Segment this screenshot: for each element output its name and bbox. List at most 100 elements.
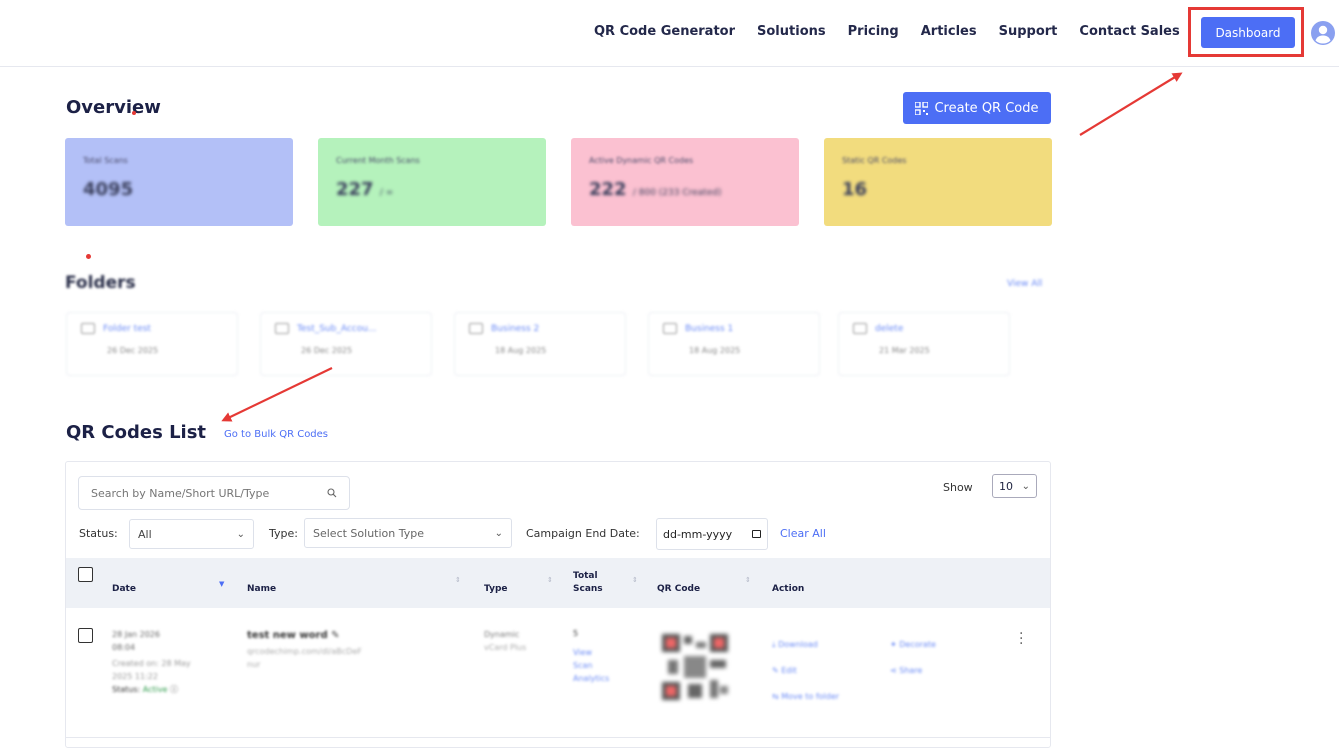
- stat-card-total-scans: Total Scans 4095: [65, 138, 293, 226]
- column-qr-code: QR Code: [657, 584, 701, 594]
- folder-date: 26 Dec 2025: [301, 346, 353, 355]
- folder-date: 26 Dec 2025: [107, 346, 159, 355]
- decorate-action[interactable]: ✦ Decorate: [890, 632, 936, 658]
- folder-name: Folder test: [103, 323, 151, 334]
- search-icon: [327, 488, 337, 498]
- folder-name: Business 2: [491, 323, 540, 334]
- row-name[interactable]: test new word ✎ qrcodechimp.com/dl/aBcDe…: [247, 629, 362, 671]
- status-select[interactable]: All ⌄: [129, 519, 254, 549]
- stat-label: Active Dynamic QR Codes: [589, 156, 694, 165]
- nav-qr-code-generator[interactable]: QR Code Generator: [594, 24, 735, 39]
- stat-value: 222 / 800 (233 Created): [589, 179, 722, 200]
- qr-grid-icon: [915, 101, 929, 115]
- folder-icon: [663, 323, 677, 334]
- edit-pencil-icon: ✎: [331, 630, 340, 641]
- search-input[interactable]: [91, 486, 311, 500]
- stat-value: 227 / ∞: [336, 179, 394, 200]
- column-total-scans[interactable]: Total Scans: [573, 570, 603, 596]
- folder-card[interactable]: Business 1 18 Aug 2025: [648, 312, 820, 376]
- stat-card-active-dynamic: Active Dynamic QR Codes 222 / 800 (233 C…: [571, 138, 799, 226]
- column-type[interactable]: Type: [484, 584, 507, 594]
- folder-date: 21 Mar 2025: [879, 346, 930, 355]
- download-action[interactable]: ⤓ Download: [772, 632, 839, 658]
- folder-icon: [469, 323, 483, 334]
- campaign-end-date-input[interactable]: dd-mm-yyyy: [656, 518, 768, 550]
- bulk-qr-codes-link[interactable]: Go to Bulk QR Codes: [224, 429, 328, 440]
- status-label: Status:: [79, 527, 118, 540]
- arrow-to-dashboard: [1079, 72, 1183, 136]
- nav-articles[interactable]: Articles: [921, 24, 977, 39]
- campaign-end-date-label: Campaign End Date:: [526, 527, 640, 540]
- top-navbar: QR Code Generator Solutions Pricing Arti…: [0, 0, 1339, 67]
- sort-icon[interactable]: ⇕: [632, 576, 638, 584]
- folder-icon: [853, 323, 867, 334]
- column-action: Action: [772, 584, 805, 594]
- folder-name: delete: [875, 323, 904, 334]
- folder-card[interactable]: Folder test 26 Dec 2025: [66, 312, 238, 376]
- annotation-dot: [132, 111, 136, 115]
- qr-codes-list-title: QR Codes List: [66, 422, 207, 443]
- nav-links: QR Code Generator Solutions Pricing Arti…: [594, 24, 1180, 39]
- show-count-value: 10: [999, 479, 1013, 493]
- create-qr-code-label: Create QR Code: [934, 100, 1039, 116]
- view-all-folders-link[interactable]: View All: [1007, 279, 1042, 289]
- show-label: Show: [943, 481, 973, 494]
- row-actions-right: ✦ Decorate ⋖ Share: [890, 632, 936, 684]
- stat-value: 4095: [83, 179, 134, 200]
- move-to-folder-action[interactable]: ⇆ Move to folder: [772, 684, 839, 710]
- annotation-dot: [86, 254, 91, 259]
- sort-icon[interactable]: ⇕: [455, 576, 461, 584]
- folder-card[interactable]: Test_Sub_Accou... 26 Dec 2025: [260, 312, 432, 376]
- folder-card[interactable]: delete 21 Mar 2025: [838, 312, 1010, 376]
- type-select[interactable]: Select Solution Type ⌄: [304, 518, 512, 548]
- stat-label: Static QR Codes: [842, 156, 907, 165]
- row-actions-left: ⤓ Download ✎ Edit ⇆ Move to folder: [772, 632, 839, 710]
- type-label: Type:: [269, 527, 298, 540]
- overview-title: Overview: [66, 97, 161, 118]
- row-checkbox[interactable]: [78, 628, 93, 643]
- stat-card-static: Static QR Codes 16: [824, 138, 1052, 226]
- share-action[interactable]: ⋖ Share: [890, 658, 936, 684]
- calendar-icon[interactable]: [752, 530, 761, 538]
- column-date[interactable]: Date: [112, 584, 136, 594]
- stat-value: 16: [842, 179, 868, 200]
- folders-title: Folders: [65, 273, 136, 293]
- nav-pricing[interactable]: Pricing: [848, 24, 899, 39]
- folder-name: Test_Sub_Accou...: [297, 323, 377, 334]
- table-header: [66, 558, 1050, 608]
- status-select-value: All: [138, 527, 152, 541]
- folder-name: Business 1: [685, 323, 734, 334]
- select-all-checkbox[interactable]: [78, 567, 93, 582]
- search-box[interactable]: [78, 476, 350, 510]
- edit-action[interactable]: ✎ Edit: [772, 658, 839, 684]
- sort-icon[interactable]: ⇕: [745, 576, 751, 584]
- chevron-down-icon: ⌄: [1021, 480, 1030, 492]
- user-avatar-icon[interactable]: [1311, 21, 1335, 45]
- qr-code-image[interactable]: [658, 630, 732, 704]
- type-select-placeholder: Select Solution Type: [313, 526, 425, 540]
- nav-contact-sales[interactable]: Contact Sales: [1079, 24, 1179, 39]
- more-options-icon[interactable]: · · ·: [1019, 627, 1023, 651]
- clear-all-link[interactable]: Clear All: [780, 527, 826, 540]
- nav-solutions[interactable]: Solutions: [757, 24, 826, 39]
- show-count-select[interactable]: 10 ⌄: [992, 474, 1037, 498]
- stat-card-current-month-scans: Current Month Scans 227 / ∞: [318, 138, 546, 226]
- sort-desc-icon[interactable]: ▼: [219, 580, 224, 588]
- create-qr-code-button[interactable]: Create QR Code: [903, 92, 1051, 124]
- row-date: 28 Jan 2026 08:04 Created on: 28 May 2025 …: [112, 630, 191, 694]
- date-placeholder: dd-mm-yyyy: [663, 527, 733, 541]
- folder-icon: [81, 323, 95, 334]
- stat-label: Total Scans: [83, 156, 128, 165]
- chevron-down-icon: ⌄: [494, 527, 503, 539]
- dashboard-button[interactable]: Dashboard: [1201, 17, 1295, 48]
- folder-date: 18 Aug 2025: [689, 346, 741, 355]
- column-name[interactable]: Name: [247, 584, 276, 594]
- chevron-down-icon: ⌄: [236, 528, 245, 540]
- row-type: Dynamic vCard Plus: [484, 630, 527, 652]
- stat-label: Current Month Scans: [336, 156, 420, 165]
- folder-card[interactable]: Business 2 18 Aug 2025: [454, 312, 626, 376]
- folder-icon: [275, 323, 289, 334]
- sort-icon[interactable]: ⇕: [547, 576, 553, 584]
- folder-date: 18 Aug 2025: [495, 346, 547, 355]
- nav-support[interactable]: Support: [999, 24, 1058, 39]
